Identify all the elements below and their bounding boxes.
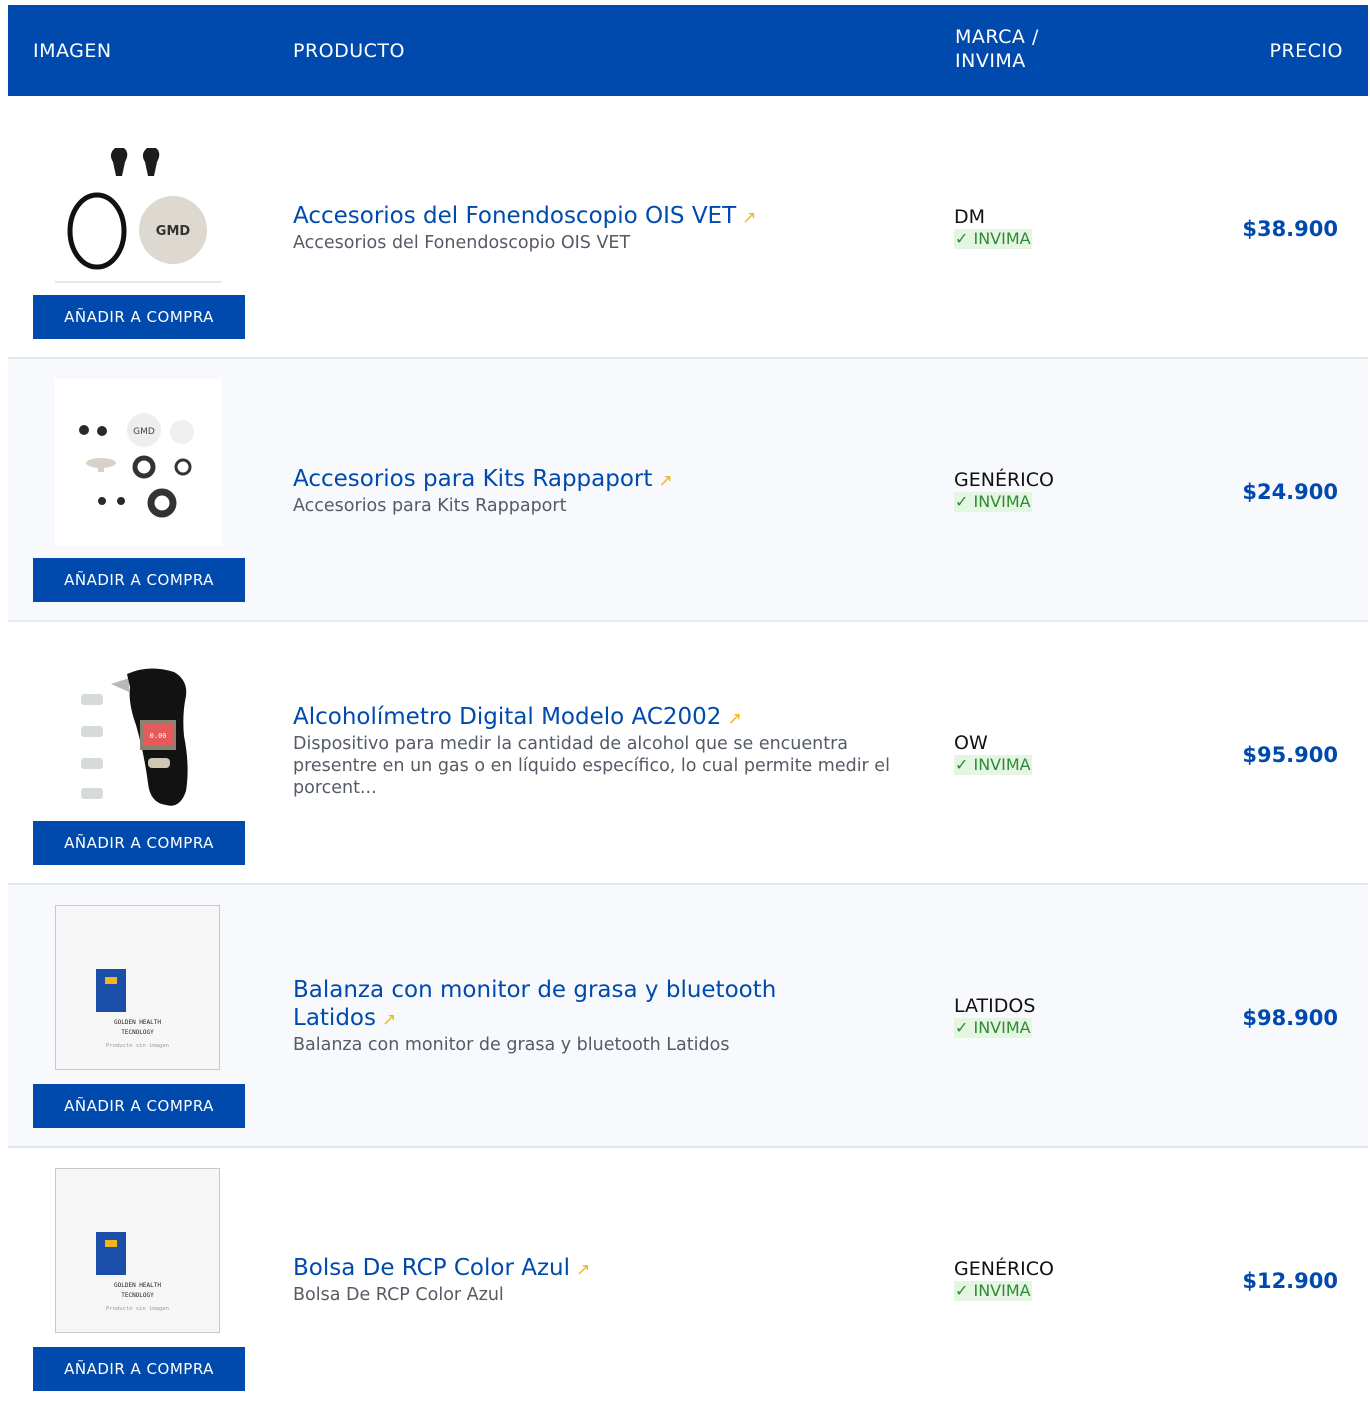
logo-icon [96,969,126,1012]
product-name-link[interactable]: Accesorios del Fonendoscopio OIS VET [293,203,736,229]
invima-badge: ✓ INVIMA [954,755,1032,775]
product-cell: Accesorios del Fonendoscopio OIS VET ↗ Ac… [293,202,913,254]
brand-cell: GENÉRICO ✓ INVIMA [954,468,1054,512]
table-header: IMAGEN PRODUCTO MARCA / INVIMA PRECIO [8,5,1368,96]
product-cell: Alcoholímetro Digital Modelo AC2002 ↗ Dis… [293,703,913,799]
table-row: GOLDEN HEALTH TECNOLOGY Producto sin imag… [8,1148,1368,1411]
brand-cell: LATIDOS ✓ INVIMA [954,994,1035,1038]
invima-badge: ✓ INVIMA [954,1018,1032,1038]
invima-badge: ✓ INVIMA [954,1281,1032,1301]
product-image[interactable]: GOLDEN HEALTH TECNOLOGY Producto sin imag… [55,1168,222,1335]
product-description: Balanza con monitor de grasa y bluetooth… [293,1035,730,1055]
table-row: GMD AÑADIR A COMPRA Accesorios para Kits… [8,359,1368,622]
brand-name: GENÉRICO [954,469,1054,491]
product-price: $12.900 [1242,1269,1338,1293]
svg-text:GMD: GMD [133,427,155,437]
no-image-placeholder: GOLDEN HEALTH TECNOLOGY Producto sin imag… [55,1168,220,1333]
external-link-icon[interactable]: ↗ [382,1010,396,1030]
product-name-link[interactable]: Accesorios para Kits Rappaport [293,466,652,492]
add-to-cart-button[interactable]: AÑADIR A COMPRA [33,295,245,339]
product-image[interactable]: GMD [55,379,222,546]
table-row: GMD AÑADIR A COMPRA Accesorios del Fonen… [8,96,1368,359]
brand-cell: OW ✓ INVIMA [954,731,1032,775]
brand-cell: DM ✓ INVIMA [954,205,1032,249]
product-price: $95.900 [1242,743,1338,767]
product-description: Accesorios para Kits Rappaport [293,496,567,516]
table-row: 0.00 AÑADIR A COMPRA Alcoholímetro Digit… [8,622,1368,885]
brand-cell: GENÉRICO ✓ INVIMA [954,1257,1054,1301]
external-link-icon[interactable]: ↗ [742,208,756,228]
product-image[interactable]: GMD [55,116,222,283]
add-to-cart-button[interactable]: AÑADIR A COMPRA [33,558,245,602]
table-row: GOLDEN HEALTH TECNOLOGY Producto sin imag… [8,885,1368,1148]
product-name-link[interactable]: Bolsa De RCP Color Azul [293,1255,570,1281]
svg-text:GMD: GMD [156,224,191,239]
svg-text:0.00: 0.00 [150,732,167,740]
product-table: IMAGEN PRODUCTO MARCA / INVIMA PRECIO GMD… [8,5,1368,1411]
product-price: $98.900 [1242,1006,1338,1030]
invima-badge: ✓ INVIMA [954,229,1032,249]
external-link-icon[interactable]: ↗ [658,471,672,491]
external-link-icon[interactable]: ↗ [727,709,741,729]
invima-badge: ✓ INVIMA [954,492,1032,512]
add-to-cart-button[interactable]: AÑADIR A COMPRA [33,1347,245,1391]
product-cell: Bolsa De RCP Color Azul ↗ Bolsa De RCP Co… [293,1254,913,1306]
product-image[interactable]: 0.00 [55,642,222,809]
brand-name: DM [954,206,986,228]
brand-name: OW [954,732,988,754]
product-price: $24.900 [1242,480,1338,504]
logo-icon [96,1232,126,1275]
add-to-cart-button[interactable]: AÑADIR A COMPRA [33,821,245,865]
no-image-placeholder: GOLDEN HEALTH TECNOLOGY Producto sin imag… [55,905,220,1070]
header-product: PRODUCTO [293,40,405,62]
brand-name: GENÉRICO [954,1258,1054,1280]
product-image[interactable]: GOLDEN HEALTH TECNOLOGY Producto sin imag… [55,905,222,1072]
header-image: IMAGEN [33,40,112,62]
external-link-icon[interactable]: ↗ [576,1260,590,1280]
add-to-cart-button[interactable]: AÑADIR A COMPRA [33,1084,245,1128]
product-name-link[interactable]: Alcoholímetro Digital Modelo AC2002 [293,704,721,730]
product-price: $38.900 [1242,217,1338,241]
brand-name: LATIDOS [954,995,1036,1017]
product-cell: Balanza con monitor de grasa y bluetooth… [293,976,913,1056]
header-brand: MARCA / INVIMA [955,26,1039,72]
product-cell: Accesorios para Kits Rappaport ↗ Accesori… [293,465,913,517]
header-price: PRECIO [1269,40,1343,62]
product-description: Accesorios del Fonendoscopio OIS VET [293,233,631,253]
product-description: Bolsa De RCP Color Azul [293,1285,504,1305]
product-name-link[interactable]: Balanza con monitor de grasa y bluetooth… [293,977,776,1031]
product-description: Dispositivo para medir la cantidad de al… [293,734,890,798]
